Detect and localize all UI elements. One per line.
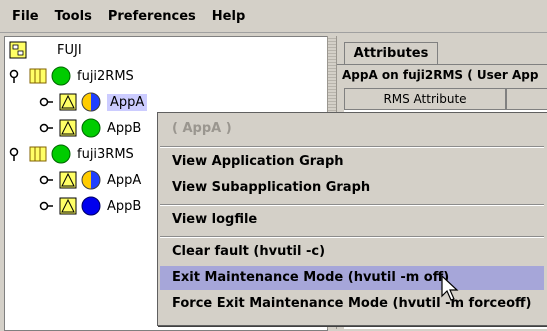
menu-item-force-exit-maintenance-mode[interactable]: Force Exit Maintenance Mode (hvutil -m f… (160, 292, 544, 316)
menu-file[interactable]: File (12, 9, 39, 24)
status-offline-icon (81, 196, 101, 216)
menu-tools[interactable]: Tools (55, 9, 92, 24)
host-icon (29, 146, 47, 162)
tab-attributes[interactable]: Attributes (344, 42, 438, 65)
menu-item-exit-maintenance-mode[interactable]: Exit Maintenance Mode (hvutil -m off) (160, 266, 544, 290)
status-online-icon (81, 118, 101, 138)
menu-item-view-subapplication-graph[interactable]: View Subapplication Graph (160, 176, 544, 200)
collapse-toggle-icon[interactable] (39, 121, 53, 135)
tab-divider (337, 64, 547, 65)
menu-bar: File Tools Preferences Help (0, 0, 547, 33)
tree-node-label: AppB (107, 120, 142, 136)
menu-item-view-logfile[interactable]: View logfile (160, 208, 544, 232)
collapse-toggle-icon[interactable] (39, 95, 53, 109)
tree-node-fuji2rms[interactable]: fuji2RMS (9, 65, 134, 87)
collapse-toggle-icon[interactable] (39, 199, 53, 213)
cluster-icon (9, 41, 27, 59)
maintenance-warning-icon (59, 93, 77, 111)
menu-preferences[interactable]: Preferences (108, 9, 196, 24)
collapse-toggle-icon[interactable] (39, 173, 53, 187)
maintenance-warning-icon (59, 119, 77, 137)
column-header-value[interactable] (506, 88, 547, 110)
menu-separator (160, 204, 544, 206)
menu-separator (160, 146, 544, 148)
tree-node-label: AppB (107, 198, 142, 214)
menu-item-clear-fault[interactable]: Clear fault (hvutil -c) (160, 240, 544, 264)
maintenance-warning-icon (59, 197, 77, 215)
mouse-cursor-icon (441, 274, 459, 301)
maintenance-warning-icon (59, 171, 77, 189)
status-partial-icon (81, 92, 101, 112)
menu-help[interactable]: Help (212, 9, 245, 24)
panel-title: AppA on fuji2RMS ( User App (342, 68, 539, 82)
tree-node-appb[interactable]: AppB (39, 117, 141, 139)
status-online-icon (51, 144, 71, 164)
host-icon (29, 68, 47, 84)
expand-toggle-icon[interactable] (9, 69, 23, 83)
tree-node-appb[interactable]: AppB (39, 195, 141, 217)
tree-node-label: AppA (107, 93, 148, 111)
column-header-rms-attribute[interactable]: RMS Attribute (344, 88, 506, 110)
tree-root[interactable]: FUJI (9, 39, 82, 61)
context-menu-header: ( AppA ) (172, 121, 232, 136)
status-partial-icon (81, 170, 101, 190)
expand-toggle-icon[interactable] (9, 147, 23, 161)
tree-node-appa[interactable]: AppA (39, 91, 148, 113)
status-online-icon (51, 66, 71, 86)
tree-node-label: AppA (107, 172, 142, 188)
tree-node-label: fuji2RMS (77, 68, 134, 84)
tree-node-appa[interactable]: AppA (39, 169, 141, 191)
context-menu: ( AppA ) View Application Graph View Sub… (157, 112, 547, 326)
tree-node-label: fuji3RMS (77, 146, 134, 162)
tree-node-fuji3rms[interactable]: fuji3RMS (9, 143, 134, 165)
menu-item-view-application-graph[interactable]: View Application Graph (160, 150, 544, 174)
tree-root-label: FUJI (57, 42, 82, 58)
menu-separator (160, 236, 544, 238)
